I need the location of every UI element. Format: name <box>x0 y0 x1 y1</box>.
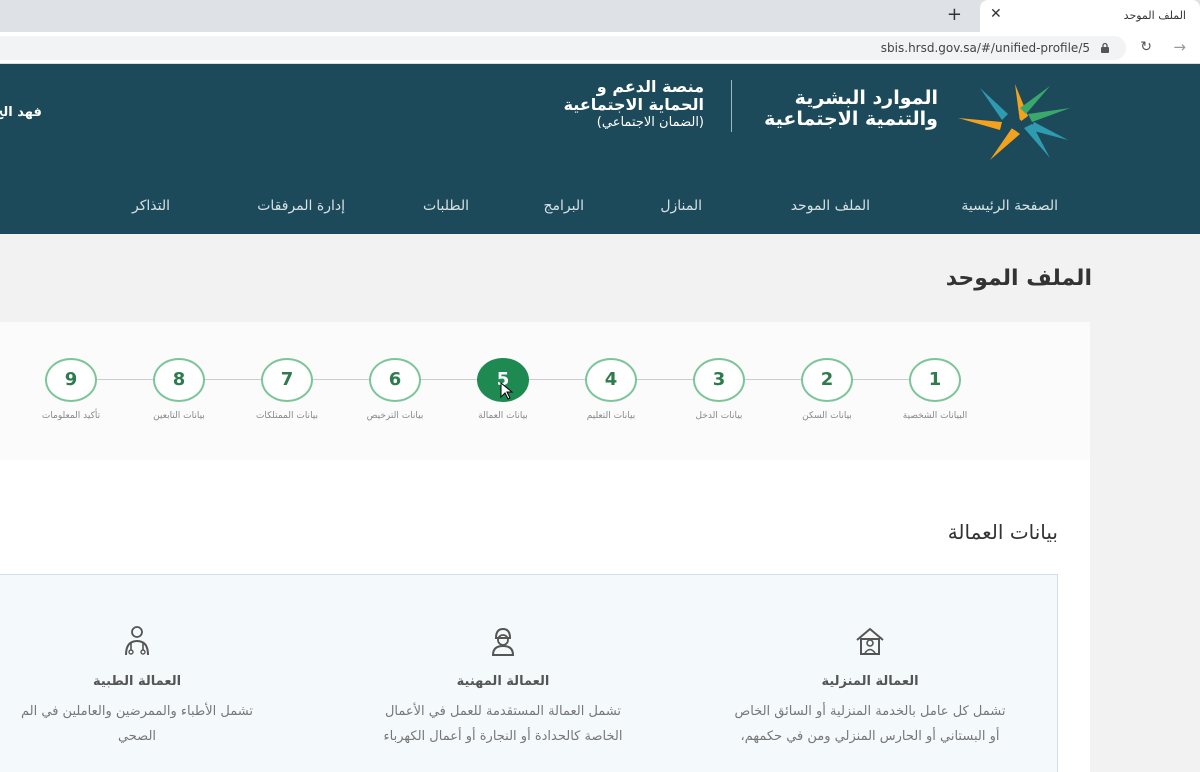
new-tab-icon[interactable]: + <box>947 4 962 25</box>
step-circle: 2 <box>801 358 853 402</box>
user-name[interactable]: فهد الح <box>0 105 42 120</box>
step-label: بيانات الدخل <box>695 411 743 421</box>
card-description: تشمل كل عامل بالخدمة المنزلية أو السائق … <box>705 699 1035 749</box>
step-label: بيانات الممتلكات <box>255 411 319 421</box>
card-desc-line2: أو البستاني أو الحارس المنزلي ومن في حكم… <box>740 729 1000 744</box>
ministry-name: الموارد البشرية والتنمية الاجتماعية <box>718 88 938 130</box>
nav-homes[interactable]: المنازل <box>660 198 702 214</box>
section-title: بيانات العمالة <box>947 520 1058 544</box>
ministry-line1: الموارد البشرية <box>794 87 938 109</box>
step-personal[interactable]: 1 البيانات الشخصية <box>885 358 985 421</box>
step-label: بيانات العمالة <box>478 411 528 421</box>
platform-line2: الحماية الاجتماعية <box>563 95 704 114</box>
step-education[interactable]: 4 بيانات التعليم <box>561 358 661 421</box>
hardhat-worker-icon <box>491 627 515 656</box>
step-income[interactable]: 3 بيانات الدخل <box>669 358 769 421</box>
step-circle: 9 <box>45 358 97 402</box>
omnibox[interactable]: sbis.hrsd.gov.sa/#/unified-profile/5 <box>0 36 1126 60</box>
card-desc-line1: تشمل العمالة المستقدمة للعمل في الأعمال <box>384 704 622 719</box>
card-title: العمالة المنزلية <box>821 674 919 689</box>
nav-home[interactable]: الصفحة الرئيسية <box>961 198 1058 214</box>
header-divider <box>731 80 732 132</box>
card-desc-line1: تشمل كل عامل بالخدمة المنزلية أو السائق … <box>734 704 1006 719</box>
step-circle: 1 <box>909 358 961 402</box>
card-desc-line2: الصحي <box>117 729 157 744</box>
browser-tabbar: الملف الموحد ✕ + <box>0 0 1200 32</box>
step-confirm[interactable]: 9 تأكيد المعلومات <box>21 358 121 421</box>
browser-tab[interactable]: الملف الموحد ✕ <box>980 0 1200 32</box>
medical-staff-icon <box>125 626 149 656</box>
step-circle: 4 <box>585 358 637 402</box>
back-arrow-icon[interactable]: → <box>1173 38 1186 56</box>
step-circle: 3 <box>693 358 745 402</box>
step-circle: 8 <box>153 358 205 402</box>
platform-line1: منصة الدعم و <box>596 77 704 96</box>
reload-icon[interactable]: ↻ <box>1140 39 1152 55</box>
card-medical-labor[interactable]: العمالة الطبية تشمل الأطباء والممرضين وا… <box>0 624 302 749</box>
card-description: تشمل الأطباء والممرضين والعاملين في الم … <box>0 699 302 749</box>
profile-stepper: 1 البيانات الشخصية 2 بيانات السكن 3 بيان… <box>0 322 1090 460</box>
step-circle: 6 <box>369 358 421 402</box>
card-desc-line1: تشمل الأطباء والممرضين والعاملين في الم <box>21 704 253 719</box>
tab-close-icon[interactable]: ✕ <box>990 6 1002 22</box>
ministry-logo-icon <box>958 84 1070 160</box>
page-title: الملف الموحد <box>945 266 1092 291</box>
step-label: تأكيد المعلومات <box>41 411 101 421</box>
step-label: بيانات التعليم <box>586 411 636 421</box>
tab-title: الملف الموحد <box>1123 9 1186 22</box>
nav-programs[interactable]: البرامج <box>543 198 584 214</box>
card-title: العمالة المهنية <box>456 674 550 689</box>
step-housing[interactable]: 2 بيانات السكن <box>777 358 877 421</box>
mouse-cursor-icon <box>500 382 514 400</box>
card-description: تشمل العمالة المستقدمة للعمل في الأعمال … <box>338 699 668 749</box>
step-label: بيانات التابعين <box>153 411 205 421</box>
nav-tickets[interactable]: التذاكر <box>132 198 170 214</box>
step-dependents[interactable]: 8 بيانات التابعين <box>129 358 229 421</box>
platform-line3: (الضمان الاجتماعي) <box>596 115 704 130</box>
ministry-line2: والتنمية الاجتماعية <box>764 108 938 130</box>
step-property[interactable]: 7 بيانات الممتلكات <box>237 358 337 421</box>
nav-requests[interactable]: الطلبات <box>423 198 469 214</box>
step-license[interactable]: 6 بيانات الترخيص <box>345 358 445 421</box>
step-circle: 7 <box>261 358 313 402</box>
card-professional-labor[interactable]: العمالة المهنية تشمل العمالة المستقدمة ل… <box>338 624 668 749</box>
url-text[interactable]: sbis.hrsd.gov.sa/#/unified-profile/5 <box>881 41 1090 55</box>
nav-unified-profile[interactable]: الملف الموحد <box>791 198 870 214</box>
browser-addressbar: sbis.hrsd.gov.sa/#/unified-profile/5 ↻ → <box>0 32 1200 64</box>
platform-name: منصة الدعم و الحماية الاجتماعية (الضمان … <box>464 78 704 132</box>
step-label: بيانات السكن <box>802 411 852 421</box>
step-label: بيانات الترخيص <box>366 411 424 421</box>
step-label: البيانات الشخصية <box>902 411 968 421</box>
lock-icon <box>1101 42 1109 53</box>
card-domestic-labor[interactable]: العمالة المنزلية تشمل كل عامل بالخدمة ال… <box>705 624 1035 749</box>
card-title: العمالة الطبية <box>92 674 182 689</box>
nav-attachments[interactable]: إدارة المرفقات <box>257 198 345 214</box>
card-desc-line2: الخاصة كالحدادة أو النجارة أو أعمال الكه… <box>383 729 623 744</box>
house-worker-icon <box>856 627 884 655</box>
